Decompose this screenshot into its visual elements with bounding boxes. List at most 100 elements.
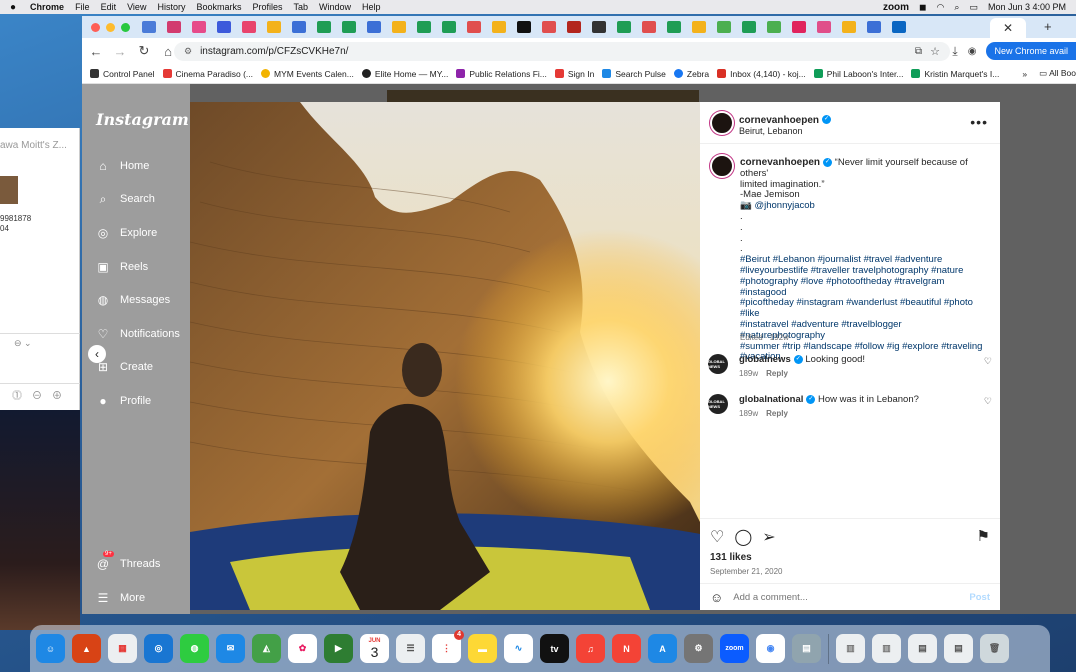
close-window-button[interactable]	[91, 22, 100, 32]
tab-favicon-icon[interactable]	[642, 21, 656, 33]
trash-icon[interactable]: 🗑	[980, 634, 1009, 663]
bookmark-public-relations[interactable]: Public Relations Fi...	[456, 69, 547, 79]
bookmark-cinema-paradiso[interactable]: Cinema Paradiso (...	[162, 69, 253, 79]
tab-favicon-icon[interactable]	[617, 21, 631, 33]
tab-favicon-icon[interactable]	[392, 21, 406, 33]
bookmark-sign-in[interactable]: Sign In	[554, 69, 594, 79]
tab-favicon-icon[interactable]	[567, 21, 581, 33]
forward-button[interactable]: →	[110, 44, 130, 59]
freeform-app-icon[interactable]: ∿	[504, 634, 533, 663]
bookmark-search-pulse[interactable]: Search Pulse	[602, 69, 666, 79]
more-bookmarks-icon[interactable]: »	[1022, 69, 1027, 79]
tab-favicon-icon[interactable]	[742, 21, 756, 33]
nav-create[interactable]: ⊞ Create	[96, 360, 153, 374]
document-icon[interactable]: ▥	[872, 634, 901, 663]
author-avatar[interactable]	[710, 111, 734, 135]
comment-bubble-icon[interactable]: ◯	[734, 527, 752, 547]
pdf-file-icon[interactable]: ▤	[944, 634, 973, 663]
nav-profile[interactable]: ● Profile	[96, 394, 151, 408]
reply-button[interactable]: Reply	[766, 369, 788, 378]
author-username[interactable]: cornevanhoepen	[739, 115, 819, 126]
bookmark-control-panel[interactable]: Control Panel	[90, 69, 155, 79]
background-window[interactable]: awa Moitt's Z... 9981878 04 ⊖ ⌄ ⓵⊖⊕	[0, 128, 80, 410]
menu-view[interactable]: View	[127, 2, 146, 12]
nav-reels[interactable]: ▣ Reels	[96, 260, 148, 274]
profile-avatar[interactable]: ◉	[968, 46, 977, 57]
tab-favicon-icon[interactable]	[292, 21, 306, 33]
tab-favicon-icon[interactable]	[442, 21, 456, 33]
finder-app-icon[interactable]: ☺	[36, 634, 65, 663]
minimize-window-button[interactable]	[106, 22, 115, 32]
safari-app-icon[interactable]: ◎	[144, 634, 173, 663]
messages-app-icon[interactable]: ◍	[180, 634, 209, 663]
bookmark-star-icon[interactable]: ☆	[930, 45, 940, 58]
bookmark-inbox[interactable]: Inbox (4,140) - koj...	[717, 69, 806, 79]
caption-hashtags[interactable]: #photography #love #photooftheday #trave…	[740, 276, 988, 299]
post-location[interactable]: Beirut, Lebanon	[739, 126, 831, 136]
zoom-app-icon[interactable]: zoom	[720, 634, 749, 663]
facetime-app-icon[interactable]: ▶	[324, 634, 353, 663]
close-tab-icon[interactable]: ✕	[1003, 21, 1013, 35]
reminders-app-icon[interactable]: ⋮ 4	[432, 630, 464, 663]
tab-favicon-icon[interactable]	[792, 21, 806, 33]
tab-favicon-icon[interactable]	[667, 21, 681, 33]
tab-favicon-icon[interactable]	[367, 21, 381, 33]
zoom-status-icon[interactable]: zoom	[883, 2, 909, 13]
news-app-icon[interactable]: N	[612, 634, 641, 663]
menu-datetime[interactable]: Mon Jun 3 4:00 PM	[988, 2, 1066, 12]
maps-app-icon[interactable]: ◭	[252, 634, 281, 663]
install-app-icon[interactable]: ⧉	[915, 46, 922, 57]
more-options-icon[interactable]: •••	[970, 114, 988, 130]
bookmark-elite-home[interactable]: Elite Home — MY...	[361, 69, 448, 79]
nav-home[interactable]: ⌂ Home	[96, 159, 149, 173]
grid-app-icon[interactable]: ▦	[108, 634, 137, 663]
status-icon[interactable]: ◼	[919, 2, 926, 13]
active-tab[interactable]: ✕	[990, 18, 1026, 38]
site-info-icon[interactable]: ⚙	[184, 46, 192, 57]
instagram-logo[interactable]: Instagram	[96, 110, 189, 129]
caption-username[interactable]: cornevanhoepen	[740, 157, 820, 168]
menu-app-name[interactable]: Chrome	[30, 2, 64, 12]
menu-window[interactable]: Window	[319, 2, 351, 12]
tab-favicon-icon[interactable]	[592, 21, 606, 33]
reply-button[interactable]: Reply	[766, 409, 788, 418]
menu-help[interactable]: Help	[362, 2, 381, 12]
tab-favicon-icon[interactable]	[467, 21, 481, 33]
tab-favicon-icon[interactable]	[142, 21, 156, 33]
tab-favicon-icon[interactable]	[867, 21, 881, 33]
tab-favicon-icon[interactable]	[267, 21, 281, 33]
tab-favicon-icon[interactable]	[842, 21, 856, 33]
preview-app-icon[interactable]: ▤	[792, 634, 821, 663]
photos-app-icon[interactable]: ✿	[288, 634, 317, 663]
all-bookmarks[interactable]: ▭ All Boo	[1039, 68, 1076, 79]
bookmark-kristin-marquet[interactable]: Kristin Marquet's I...	[911, 69, 999, 79]
tab-favicon-icon[interactable]	[692, 21, 706, 33]
music-app-icon[interactable]: ♫	[576, 634, 605, 663]
share-paper-plane-icon[interactable]: ➢	[762, 527, 775, 547]
menu-file[interactable]: File	[75, 2, 90, 12]
nav-explore[interactable]: ◎ Explore	[96, 226, 158, 240]
download-icon[interactable]: ⤓	[952, 44, 957, 59]
wifi-icon[interactable]: ◠	[937, 2, 945, 13]
menu-history[interactable]: History	[157, 2, 185, 12]
post-comment-button[interactable]: Post	[969, 592, 990, 603]
new-chrome-available-button[interactable]: New Chrome avail	[986, 42, 1076, 60]
caption-author-avatar[interactable]	[710, 154, 734, 178]
commenter-avatar[interactable]: GLOBAL NEWS	[708, 394, 728, 414]
control-center-icon[interactable]: ▭	[969, 2, 978, 13]
tab-favicon-icon[interactable]	[717, 21, 731, 33]
menu-profiles[interactable]: Profiles	[252, 2, 282, 12]
tab-favicon-icon[interactable]	[167, 21, 181, 33]
comment-input[interactable]	[733, 592, 954, 603]
previous-post-button[interactable]: ‹	[88, 345, 106, 363]
tab-favicon-icon[interactable]	[217, 21, 231, 33]
tab-favicon-icon[interactable]	[342, 21, 356, 33]
like-comment-icon[interactable]: ♡	[984, 356, 992, 367]
tab-favicon-icon[interactable]	[192, 21, 206, 33]
tab-favicon-icon[interactable]	[892, 21, 906, 33]
calendar-app-icon[interactable]: JUN 3	[360, 634, 389, 663]
apple-menu-icon[interactable]: ●	[10, 2, 16, 13]
tab-favicon-icon[interactable]	[542, 21, 556, 33]
tab-favicon-icon[interactable]	[767, 21, 781, 33]
back-button[interactable]: ←	[86, 44, 106, 59]
